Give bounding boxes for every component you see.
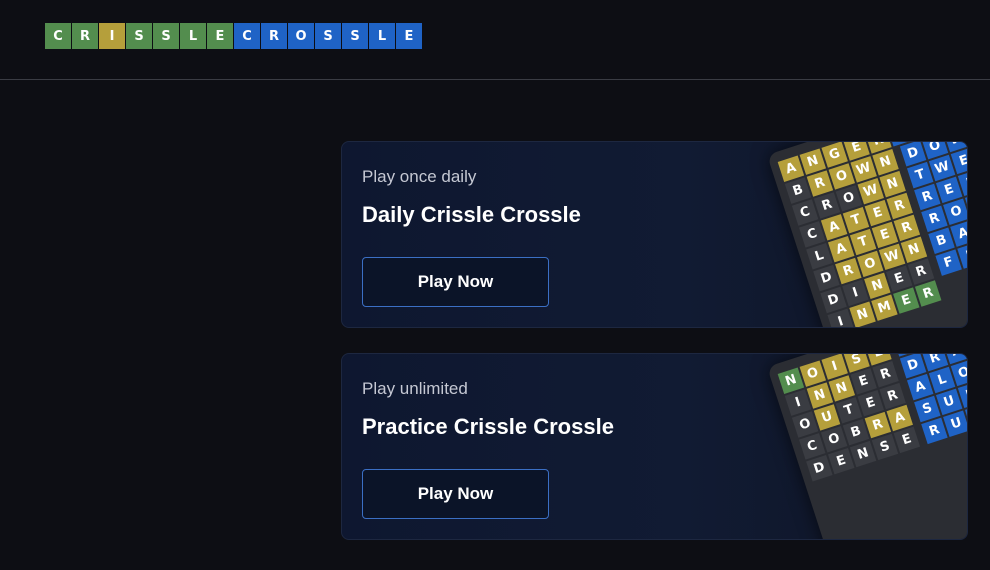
logo-letter-tile: O bbox=[288, 23, 314, 49]
board-tile: U bbox=[943, 410, 967, 438]
logo-letter-tile: S bbox=[315, 23, 341, 49]
practice-card-title: Practice Crissle Crossle bbox=[362, 414, 614, 439]
logo-letter-tile: L bbox=[180, 23, 206, 49]
daily-board-preview-image: ANGERROWNBROWNDOWELCROWNTWEAKCATERREEDLA… bbox=[747, 142, 967, 327]
practice-game-card: Play unlimited Practice Crissle Crossle … bbox=[341, 353, 968, 540]
logo-letter-tile: R bbox=[72, 23, 98, 49]
logo-letter-tile: C bbox=[45, 23, 71, 49]
logo-letter-tile: L bbox=[369, 23, 395, 49]
practice-board-preview-image: NOISEMERITINNERDRAWNOUTERALOOFCOBRASURGE… bbox=[747, 354, 967, 539]
daily-play-now-button[interactable]: Play Now bbox=[362, 257, 549, 307]
logo-letter-tile: S bbox=[126, 23, 152, 49]
daily-game-card: Play once daily Daily Crissle Crossle Pl… bbox=[341, 141, 968, 328]
logo-letter-tile: S bbox=[153, 23, 179, 49]
practice-board: NOISEMERITINNERDRAWNOUTERALOOFCOBRASURGE… bbox=[767, 354, 967, 539]
practice-card-subtitle: Play unlimited bbox=[362, 379, 468, 398]
logo-letter-tile: C bbox=[234, 23, 260, 49]
daily-card-title: Daily Crissle Crossle bbox=[362, 202, 581, 227]
daily-board: ANGERROWNBROWNDOWELCROWNTWEAKCATERREEDLA… bbox=[767, 142, 967, 327]
app-header: CRISSLECROSSLE bbox=[0, 0, 990, 80]
logo-letter-tile: I bbox=[99, 23, 125, 49]
practice-play-now-button[interactable]: Play Now bbox=[362, 469, 549, 519]
crissle-crossle-logo[interactable]: CRISSLECROSSLE bbox=[45, 23, 423, 49]
daily-card-subtitle: Play once daily bbox=[362, 167, 477, 186]
logo-letter-tile: S bbox=[342, 23, 368, 49]
logo-letter-tile: E bbox=[396, 23, 422, 49]
logo-letter-tile: R bbox=[261, 23, 287, 49]
logo-letter-tile: E bbox=[207, 23, 233, 49]
